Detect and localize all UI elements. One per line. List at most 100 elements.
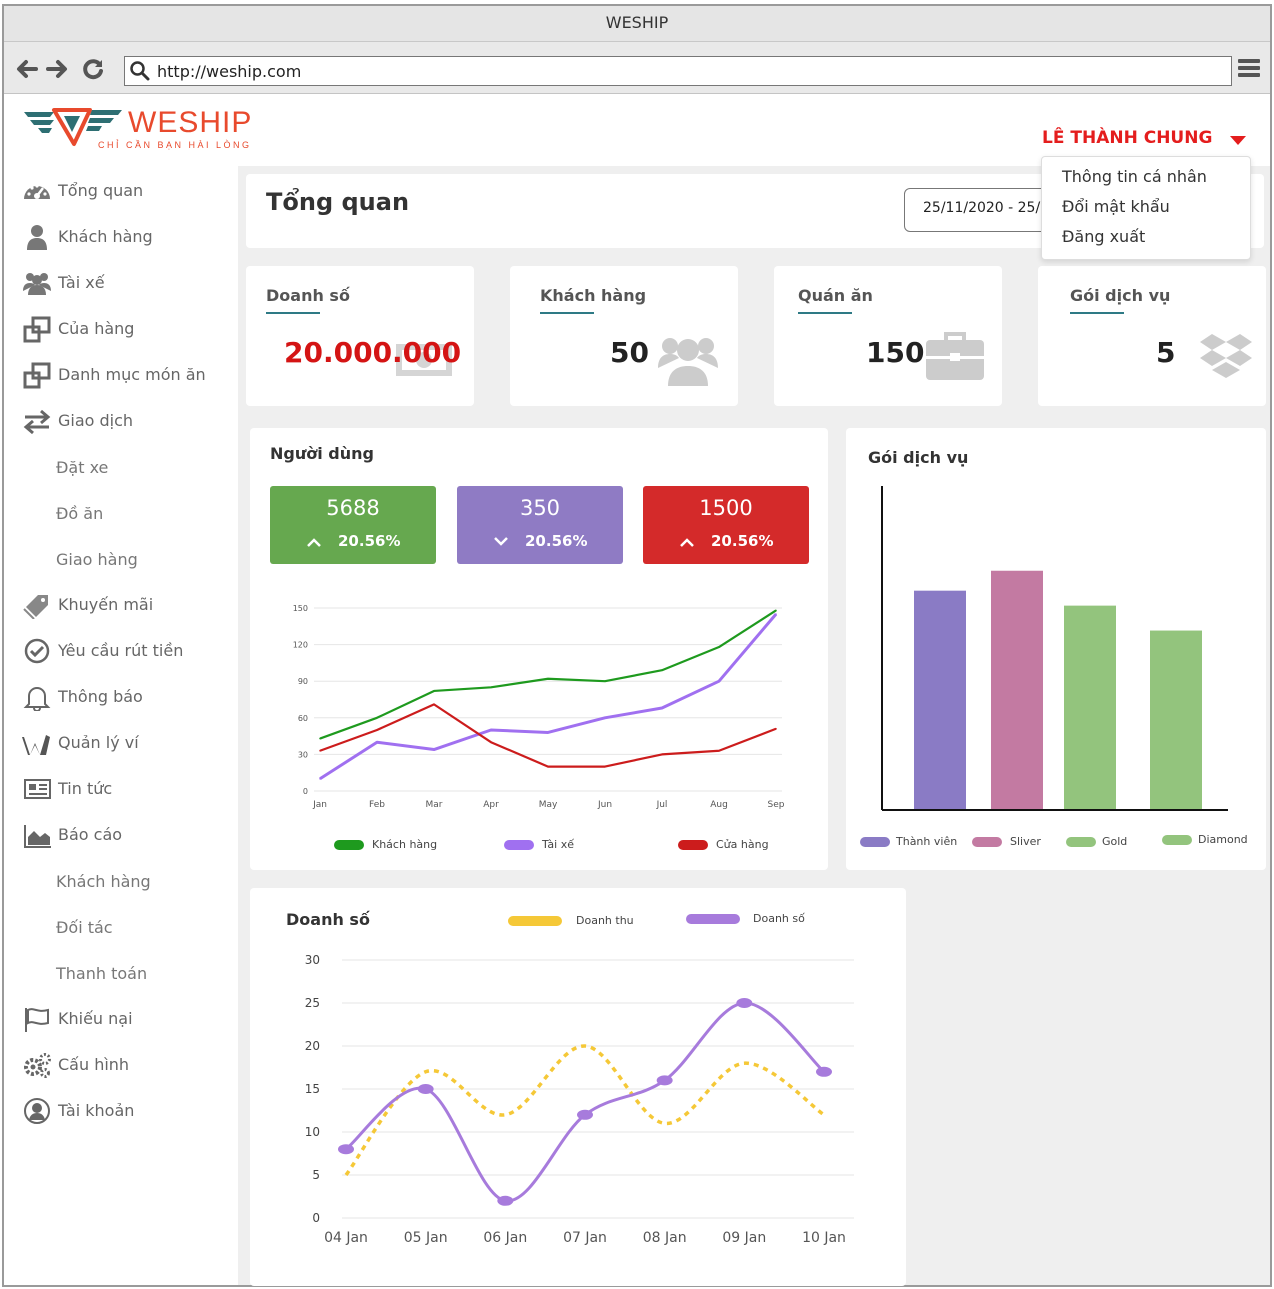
- stat-underline: [1070, 312, 1124, 314]
- y-tick-label: 90: [298, 677, 308, 686]
- sidebar-item-customers[interactable]: Khách hàng: [22, 222, 232, 252]
- x-tick-label: 05 Jan: [404, 1230, 448, 1246]
- menu-item-change-password[interactable]: Đổi mật khẩu: [1062, 197, 1170, 216]
- sidebar-subitem-food[interactable]: Đồ ăn: [56, 504, 103, 523]
- y-tick-label: 5: [312, 1168, 320, 1182]
- y-tick-label: 30: [298, 750, 308, 759]
- sidebar-item-settings[interactable]: Cấu hình: [22, 1050, 232, 1080]
- section-title: Doanh số: [286, 910, 370, 929]
- stat-value: 150: [866, 336, 925, 369]
- data-point: [661, 707, 663, 709]
- users-line-chart: 0 30 60 90 120 150 Jan Feb Mar Apr May Jun Jul Aug Sep: [293, 604, 785, 810]
- legend-label: Sliver: [1010, 835, 1041, 848]
- sidebar-item-drivers[interactable]: Tài xế: [22, 268, 232, 298]
- users-tile-stores[interactable]: 1500 20.56%: [643, 486, 809, 564]
- legend-swatch: [508, 916, 562, 926]
- sidebar-subitem-report-customers[interactable]: Khách hàng: [56, 872, 151, 891]
- x-tick-label: Aug: [710, 800, 728, 810]
- data-point: [718, 680, 720, 682]
- stat-underline: [266, 312, 320, 314]
- user-menu-name[interactable]: LÊ THÀNH CHUNG: [1042, 128, 1212, 148]
- revenue-line-chart: 0 5 10 15 20 25 30 04 Jan 05 Jan 06 Jan 07 Jan 08 J…: [305, 953, 854, 1246]
- search-icon: [130, 61, 150, 81]
- sidebar-item-label: Danh mục món ăn: [58, 365, 206, 384]
- sidebar-item-food-categories[interactable]: Danh mục món ăn: [22, 360, 232, 390]
- menu-item-logout[interactable]: Đăng xuất: [1062, 227, 1145, 246]
- sidebar-item-promotions[interactable]: Khuyến mãi: [22, 590, 232, 620]
- legend-swatch: [678, 840, 708, 850]
- sidebar-item-account[interactable]: Tài khoản: [22, 1096, 232, 1126]
- x-tick-label: 10 Jan: [802, 1230, 846, 1246]
- sidebar-subitem-delivery[interactable]: Giao hàng: [56, 550, 138, 569]
- stat-card-sales: Doanh số 20.000.000: [246, 266, 474, 406]
- revenue-panel: Doanh số Doanh thu Doanh số 0 5 10 15 20 25 30…: [250, 888, 906, 1286]
- news-icon: [24, 779, 51, 799]
- data-point: [319, 778, 321, 780]
- user-dropdown-menu: Thông tin cá nhân Đổi mật khẩu Đăng xuất: [1041, 156, 1251, 260]
- sidebar-subitem-booking[interactable]: Đặt xe: [56, 458, 108, 477]
- menu-item-profile[interactable]: Thông tin cá nhân: [1062, 167, 1207, 186]
- sidebar-item-news[interactable]: Tin tức: [22, 774, 232, 804]
- data-point: [604, 680, 606, 682]
- sidebar-item-stores[interactable]: Của hàng: [22, 314, 232, 344]
- legend-label: Khách hàng: [372, 838, 438, 851]
- stat-label: Quán ăn: [798, 286, 873, 305]
- series-line: [345, 1001, 826, 1203]
- data-point: [547, 677, 549, 680]
- gears-icon: [24, 1053, 51, 1078]
- y-tick-label: 30: [305, 953, 320, 967]
- sidebar-item-complaints[interactable]: Khiếu nại: [22, 1004, 232, 1034]
- legend-label: Tài xế: [542, 838, 575, 851]
- x-tick-label: Mar: [426, 800, 443, 810]
- data-point: [338, 1144, 354, 1155]
- legend-label: Diamond: [1198, 833, 1248, 846]
- sidebar-item-withdraw-requests[interactable]: Yêu cầu rút tiền: [22, 636, 232, 666]
- users-tile-drivers[interactable]: 350 20.56%: [457, 486, 623, 564]
- x-tick-label: May: [539, 800, 558, 810]
- sidebar-item-overview[interactable]: Tổng quan: [22, 176, 232, 206]
- users-icon: [23, 273, 51, 295]
- data-point: [775, 727, 777, 730]
- legend-swatch: [686, 914, 740, 924]
- data-point: [661, 669, 663, 672]
- x-tick-label: 04 Jan: [324, 1230, 368, 1246]
- browser-menu-icon[interactable]: [1238, 56, 1262, 82]
- logo[interactable]: WESHIP CHỈ CẦN BẠN HÀI LÒNG: [24, 106, 274, 154]
- legend-swatch: [1162, 835, 1192, 845]
- forward-arrow-icon[interactable]: [44, 56, 70, 82]
- url-input[interactable]: [157, 60, 1217, 82]
- legend-label: Doanh số: [753, 912, 805, 925]
- legend-swatch: [860, 837, 890, 847]
- sidebar-item-notifications[interactable]: Thông báo: [22, 682, 232, 712]
- legend-label: Doanh thu: [576, 914, 634, 927]
- chevron-up-icon: [680, 538, 694, 547]
- sidebar-item-label: Khiếu nại: [58, 1009, 133, 1028]
- stat-label: Khách hàng: [540, 286, 647, 305]
- sidebar-item-wallet[interactable]: Quản lý ví: [22, 728, 232, 758]
- data-point: [433, 748, 435, 751]
- sidebar-item-reports[interactable]: Báo cáo: [22, 820, 232, 850]
- series-line: [319, 703, 777, 768]
- data-point: [718, 646, 720, 648]
- data-point: [775, 613, 777, 615]
- data-point: [816, 1066, 832, 1077]
- data-point: [490, 686, 492, 689]
- back-arrow-icon[interactable]: [14, 56, 40, 82]
- users-tile-customers[interactable]: 5688 20.56%: [270, 486, 436, 564]
- legend-swatch: [504, 840, 534, 850]
- data-point: [736, 998, 753, 1008]
- address-bar[interactable]: [124, 56, 1232, 86]
- data-point: [433, 703, 435, 706]
- legend-label: Thành viên: [896, 835, 958, 848]
- section-title: Người dùng: [270, 444, 374, 463]
- legend-swatch: [334, 840, 364, 850]
- reload-icon[interactable]: [80, 56, 106, 82]
- sidebar-item-transactions[interactable]: Giao dịch: [22, 406, 232, 436]
- store-icon: [23, 316, 51, 343]
- check-circle-icon: [24, 638, 50, 664]
- series-line: [319, 609, 777, 740]
- tile-percent: 20.56%: [338, 532, 401, 550]
- sidebar-subitem-report-payments[interactable]: Thanh toán: [56, 964, 147, 983]
- caret-down-icon[interactable]: [1230, 136, 1246, 145]
- sidebar-subitem-report-partners[interactable]: Đối tác: [56, 918, 113, 937]
